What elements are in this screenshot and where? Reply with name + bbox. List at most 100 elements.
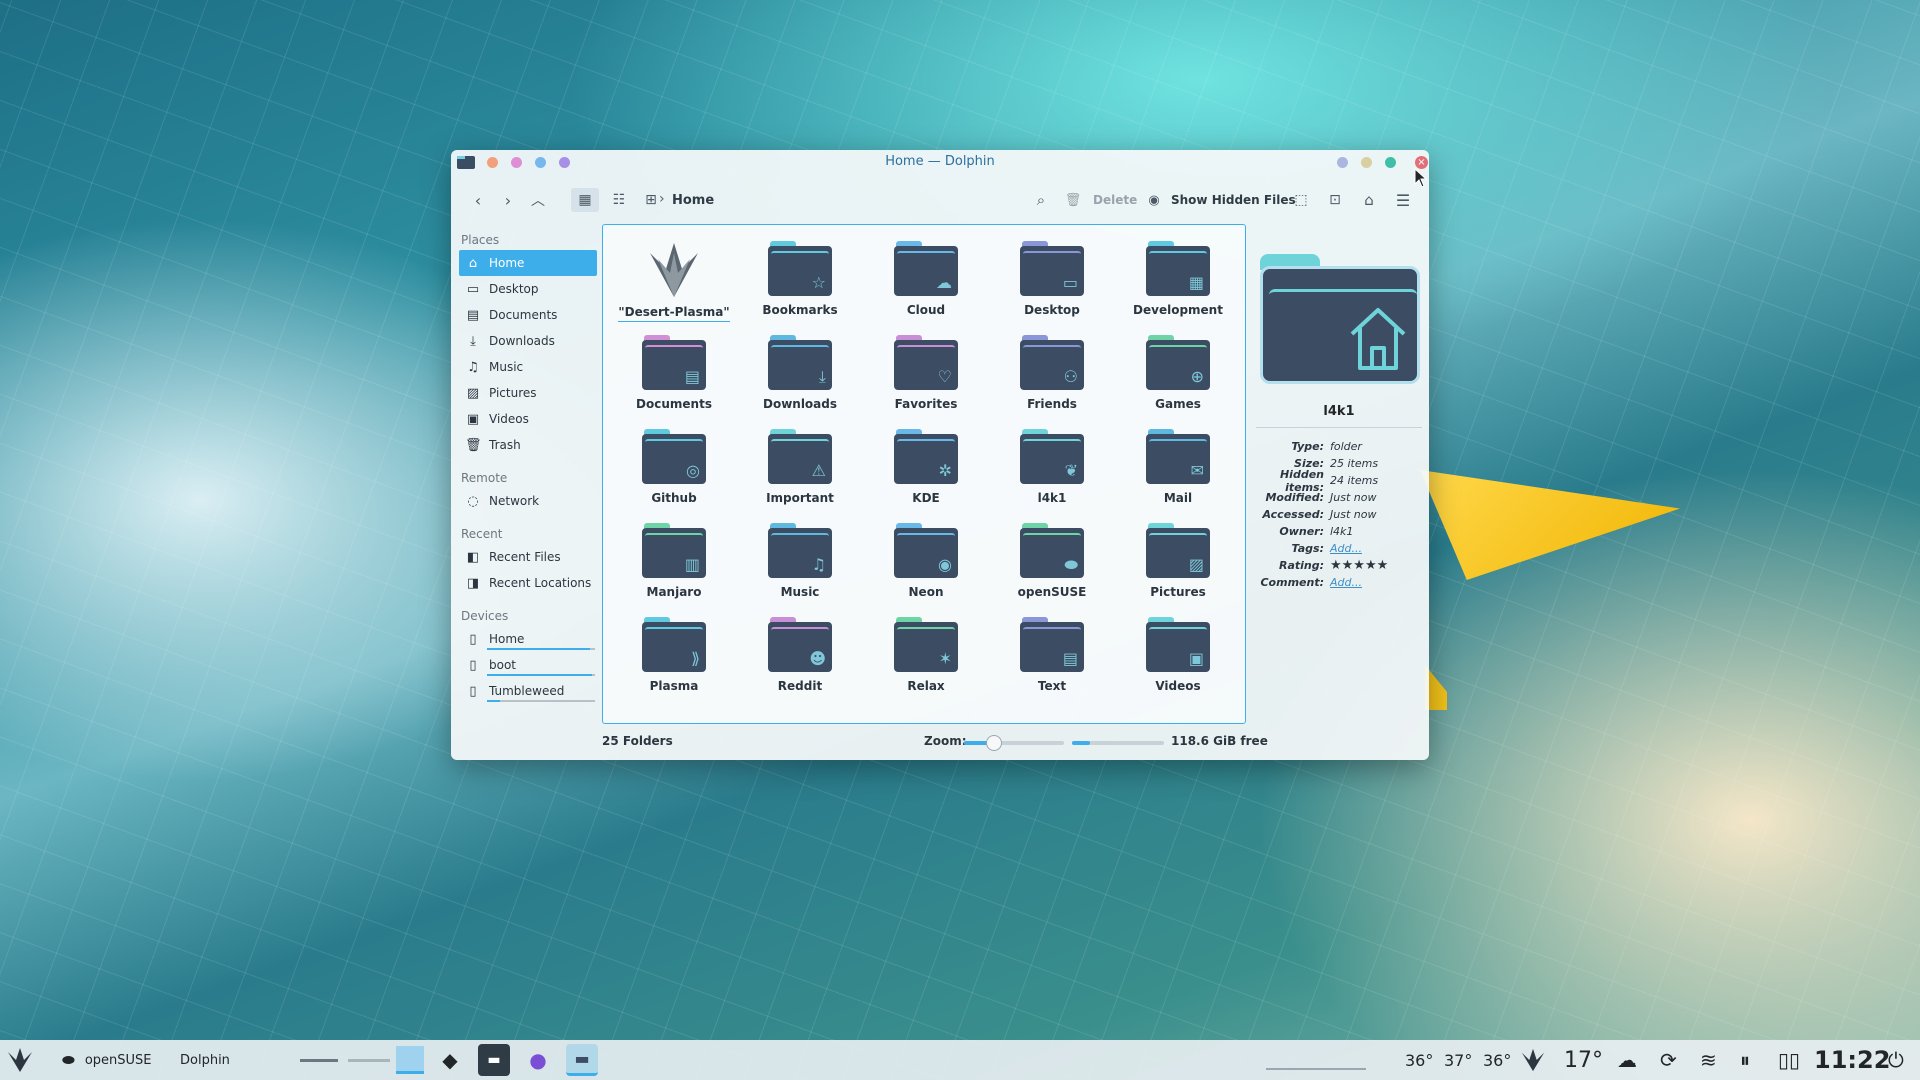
file-item[interactable]: ☆ Bookmarks (737, 235, 863, 329)
file-item[interactable]: ▣ Videos (1115, 611, 1241, 705)
home-icon[interactable]: ⌂ (1357, 188, 1381, 212)
zoom-slider[interactable] (964, 735, 1064, 751)
sidebar-item-videos[interactable]: ▣ Videos (459, 406, 597, 432)
rating-stars[interactable]: ★★★★★ (1330, 558, 1388, 573)
eye-icon[interactable]: ◉ (1145, 188, 1163, 212)
tray-network[interactable]: ≋ (1700, 1040, 1717, 1080)
file-item[interactable]: ▭ Desktop (989, 235, 1115, 329)
show-hidden-files-button[interactable]: Show Hidden Files (1171, 193, 1296, 207)
preview-icon[interactable]: ⊡ (1323, 188, 1347, 212)
heart-icon: ♡ (937, 367, 952, 386)
icons-view-icon[interactable]: ▦ (571, 188, 599, 212)
file-item[interactable]: ☁ Cloud (863, 235, 989, 329)
titlebar[interactable]: Home — Dolphin × (451, 150, 1429, 174)
temperature-2[interactable]: 37° (1444, 1040, 1472, 1080)
file-item[interactable]: ⚇ Friends (989, 329, 1115, 423)
file-label: Development (1133, 303, 1223, 317)
system-monitor-widget[interactable] (1266, 1040, 1366, 1080)
sidebar-item-device-tumbleweed[interactable]: ▯ Tumbleweed (459, 678, 597, 704)
chevron-right-icon: › (659, 191, 665, 207)
file-item[interactable]: ❦ l4k1 (989, 423, 1115, 517)
file-item[interactable]: ⟫ Plasma (611, 611, 737, 705)
back-icon[interactable]: ‹ (467, 188, 489, 212)
file-item[interactable]: ✶ Relax (863, 611, 989, 705)
file-item[interactable]: ▤ Documents (611, 329, 737, 423)
sidebar-item-network[interactable]: ◌ Network (459, 488, 597, 514)
sidebar-item-recent-locations[interactable]: ◨ Recent Locations (459, 570, 597, 596)
download-icon: ⤓ (470, 333, 476, 349)
file-item[interactable]: ♡ Favorites (863, 329, 989, 423)
application-launcher[interactable] (4, 1040, 36, 1080)
file-item[interactable]: ▨ Pictures (1115, 517, 1241, 611)
plasma-logo-widget[interactable] (1518, 1040, 1548, 1080)
task-dolphin[interactable]: Dolphin (180, 1040, 230, 1080)
documents-icon: ▤ (684, 367, 700, 386)
info-row: Hidden items: 24 items (1256, 468, 1422, 494)
search-icon[interactable]: ⌕ (1029, 188, 1053, 212)
zoom-slider-handle[interactable] (986, 735, 1002, 751)
up-icon[interactable]: ︿ (527, 188, 549, 212)
compact-view-icon[interactable]: ☷ (605, 188, 633, 212)
sidebar-item-music[interactable]: ♫ Music (459, 354, 597, 380)
virtual-desktop-2[interactable] (348, 1058, 390, 1062)
split-view-icon[interactable]: ⬚ (1289, 188, 1313, 212)
power-button[interactable]: ⏻ (1888, 1040, 1904, 1080)
file-item[interactable]: ♫ Music (737, 517, 863, 611)
file-item[interactable]: ✲ KDE (863, 423, 989, 517)
keep-above-button[interactable] (1337, 157, 1348, 168)
inkscape-icon: ◆ (442, 1048, 458, 1072)
sidebar-item-device-home[interactable]: ▯ Home (459, 626, 597, 652)
sidebar-item-device-boot[interactable]: ▯ boot (459, 652, 597, 678)
file-view[interactable]: "Desert-Plasma" ☆ Bookmarks ☁ Cloud ▭ Desktop ▦… (602, 224, 1246, 724)
weather-widget[interactable]: 17° ☁ (1564, 1040, 1637, 1080)
terminal-icon: ▬ (487, 1052, 501, 1068)
file-item[interactable]: ▤ Text (989, 611, 1115, 705)
sidebar-item-desktop[interactable]: ▭ Desktop (459, 276, 597, 302)
tray-battery[interactable]: ▯▯ (1778, 1040, 1800, 1080)
sidebar-item-trash[interactable]: 🗑 Trash (459, 432, 597, 458)
app-firefox[interactable]: ● (522, 1044, 554, 1076)
file-item[interactable]: ⚠ Important (737, 423, 863, 517)
add-link[interactable]: Add... (1330, 542, 1362, 555)
network-icon: ◌ (467, 493, 479, 509)
hamburger-menu-icon[interactable]: ☰ (1391, 188, 1415, 212)
temperature-3[interactable]: 36° (1483, 1040, 1511, 1080)
file-item[interactable]: ◉ Neon (863, 517, 989, 611)
pager[interactable] (300, 1040, 424, 1080)
add-link[interactable]: Add... (1330, 576, 1362, 589)
info-row: Type: folder (1256, 438, 1422, 455)
app-inkscape[interactable]: ◆ (434, 1044, 466, 1076)
file-item[interactable]: ⊕ Games (1115, 329, 1241, 423)
file-item[interactable]: ◎ Github (611, 423, 737, 517)
task-opensuse[interactable]: ⬬ openSUSE (62, 1040, 152, 1080)
file-item[interactable]: ☻ Reddit (737, 611, 863, 705)
sidebar-item-documents[interactable]: ▤ Documents (459, 302, 597, 328)
file-item[interactable]: ⬬ openSUSE (989, 517, 1115, 611)
app-dolphin[interactable]: ▬ (566, 1044, 598, 1076)
file-item[interactable]: "Desert-Plasma" (611, 235, 737, 329)
clock[interactable]: 11:22 (1814, 1040, 1890, 1080)
tray-update[interactable]: ⟳ (1660, 1040, 1677, 1080)
sidebar-item-home[interactable]: ⌂ Home (459, 250, 597, 276)
file-item[interactable]: ▦ Development (1115, 235, 1241, 329)
sidebar-item-pictures[interactable]: ▨ Pictures (459, 380, 597, 406)
sidebar-item-downloads[interactable]: ⤓ Downloads (459, 328, 597, 354)
disk-space-fill (1072, 741, 1091, 745)
file-item[interactable]: ▥ Manjaro (611, 517, 737, 611)
virtual-desktop-3[interactable] (396, 1046, 424, 1074)
temperature-1[interactable]: 36° (1405, 1040, 1433, 1080)
breadcrumb[interactable]: Home (672, 193, 714, 208)
file-label: Cloud (906, 303, 946, 317)
sidebar-item-recent-files[interactable]: ◧ Recent Files (459, 544, 597, 570)
tray-media[interactable]: ⏸ (1740, 1040, 1750, 1080)
app-terminal[interactable]: ▬ (478, 1044, 510, 1076)
file-item[interactable]: ⤓ Downloads (737, 329, 863, 423)
forward-icon[interactable]: › (497, 188, 519, 212)
delete-button[interactable]: Delete (1093, 193, 1137, 207)
file-item[interactable]: ✉ Mail (1115, 423, 1241, 517)
drive-icon: ▯ (469, 657, 477, 673)
maximize-button[interactable] (1385, 157, 1396, 168)
virtual-desktop-1[interactable] (300, 1058, 338, 1062)
trash-icon[interactable]: 🗑 (1065, 188, 1082, 212)
minimize-button[interactable] (1361, 157, 1372, 168)
